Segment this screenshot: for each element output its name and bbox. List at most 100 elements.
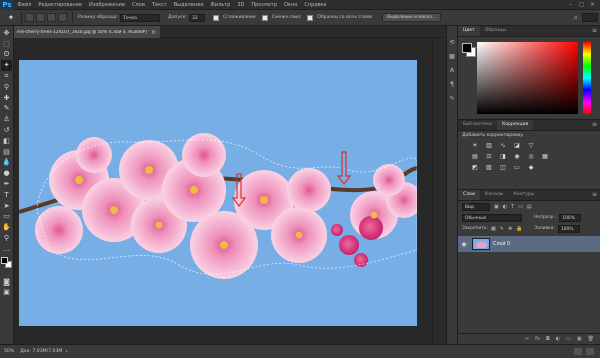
stamp-tool-icon[interactable]: ♙ bbox=[1, 114, 12, 125]
panel-menu-icon[interactable]: ≡ bbox=[592, 120, 600, 130]
vertical-scrollbar[interactable] bbox=[432, 38, 446, 344]
intersect-selection-button[interactable] bbox=[58, 13, 67, 22]
channel-mixer-icon[interactable]: ◎ bbox=[526, 153, 536, 161]
trash-icon[interactable]: 🗑 bbox=[588, 336, 594, 342]
levels-icon[interactable]: ▥ bbox=[484, 142, 494, 150]
threshold-icon[interactable]: ◫ bbox=[498, 164, 508, 172]
pixel-filter-icon[interactable]: ▣ bbox=[494, 204, 499, 210]
tolerance-input[interactable]: 32 bbox=[189, 13, 205, 22]
add-selection-button[interactable] bbox=[36, 13, 45, 22]
path-select-icon[interactable]: ➤ bbox=[1, 201, 12, 212]
color-lookup-icon[interactable]: ▦ bbox=[540, 153, 550, 161]
lock-all-icon[interactable]: 🔒 bbox=[516, 226, 522, 232]
menu-file[interactable]: Файл bbox=[14, 0, 35, 10]
image-canvas[interactable] bbox=[19, 60, 417, 326]
shape-filter-icon[interactable]: ▭ bbox=[518, 204, 523, 210]
sample-size-select[interactable]: Точка bbox=[120, 13, 161, 22]
eyedropper-tool-icon[interactable]: ⚲ bbox=[1, 82, 12, 93]
link-layers-icon[interactable]: ∞ bbox=[525, 336, 529, 342]
character-panel-icon[interactable]: A bbox=[450, 64, 454, 78]
select-and-mask-button[interactable]: Выделение и маска... bbox=[382, 13, 441, 22]
hue-saturation-icon[interactable]: ▤ bbox=[470, 153, 480, 161]
vibrance-icon[interactable]: ▽ bbox=[526, 142, 536, 150]
gradient-tool-icon[interactable]: ▤ bbox=[1, 147, 12, 158]
tab-layers[interactable]: Слои bbox=[458, 190, 480, 200]
maximize-icon[interactable]: ▢ bbox=[576, 0, 587, 10]
menu-image[interactable]: Изображение bbox=[85, 0, 128, 10]
brush-tool-icon[interactable]: ✎ bbox=[1, 104, 12, 115]
search-icon[interactable]: ⌕ bbox=[574, 13, 578, 23]
layer-name[interactable]: Слой 0 bbox=[493, 242, 510, 247]
new-layer-icon[interactable]: ▣ bbox=[577, 336, 582, 342]
new-group-icon[interactable]: ▭ bbox=[566, 336, 571, 342]
eraser-tool-icon[interactable]: ◧ bbox=[1, 136, 12, 147]
more-tools-icon[interactable]: … bbox=[1, 244, 12, 255]
panel-menu-icon[interactable]: ≡ bbox=[592, 26, 600, 36]
menu-window[interactable]: Окно bbox=[281, 0, 301, 10]
tab-color[interactable]: Цвет bbox=[458, 26, 480, 36]
hand-tool-icon[interactable]: ✋ bbox=[1, 222, 12, 233]
quick-mask-icon[interactable]: ◙ bbox=[1, 277, 12, 288]
smart-filter-icon[interactable]: ▤ bbox=[527, 204, 532, 210]
foreground-color-swatch[interactable] bbox=[462, 43, 472, 53]
add-mask-icon[interactable]: ◘ bbox=[546, 336, 550, 342]
curves-icon[interactable]: ∿ bbox=[498, 142, 508, 150]
subtract-selection-button[interactable] bbox=[47, 13, 56, 22]
menu-help[interactable]: Справка bbox=[301, 0, 330, 10]
selective-color-icon[interactable]: ◆ bbox=[526, 164, 536, 172]
new-adjustment-icon[interactable]: ◐ bbox=[556, 336, 560, 342]
crop-tool-icon[interactable]: ⌗ bbox=[1, 71, 12, 82]
invert-icon[interactable]: ◩ bbox=[470, 164, 480, 172]
tab-paths[interactable]: Контуры bbox=[508, 190, 539, 200]
foreground-color-swatch[interactable] bbox=[1, 256, 8, 264]
zoom-level[interactable]: 50% bbox=[4, 349, 14, 354]
tab-adjustments[interactable]: Коррекция bbox=[496, 120, 534, 130]
blend-mode-select[interactable]: Обычные bbox=[462, 213, 522, 222]
black-white-icon[interactable]: ◨ bbox=[498, 153, 508, 161]
timeline-icon[interactable] bbox=[574, 348, 582, 355]
paragraph-panel-icon[interactable]: ¶ bbox=[450, 78, 454, 92]
fx-icon[interactable]: fx bbox=[535, 336, 540, 342]
history-brush-icon[interactable]: ↺ bbox=[1, 125, 12, 136]
zoom-tool-icon[interactable]: ⚲ bbox=[1, 233, 12, 244]
magic-wand-tool-icon[interactable]: ✦ bbox=[1, 60, 12, 72]
sample-all-checkbox[interactable] bbox=[307, 14, 314, 21]
exposure-icon[interactable]: ◪ bbox=[512, 142, 522, 150]
color-swatches[interactable] bbox=[1, 256, 12, 271]
properties-panel-icon[interactable]: ▦ bbox=[449, 50, 455, 64]
shape-tool-icon[interactable]: ▭ bbox=[1, 212, 12, 223]
pen-tool-icon[interactable]: ✒ bbox=[1, 179, 12, 190]
hue-slider[interactable] bbox=[583, 42, 591, 114]
adjust-filter-icon[interactable]: ◐ bbox=[503, 204, 507, 210]
lock-position-icon[interactable]: ✥ bbox=[508, 226, 512, 232]
healing-tool-icon[interactable]: ✚ bbox=[1, 93, 12, 104]
type-tool-icon[interactable]: T bbox=[1, 190, 12, 201]
mini-bridge-icon[interactable] bbox=[586, 348, 594, 355]
smoothing-checkbox[interactable] bbox=[213, 14, 219, 21]
lock-transparency-icon[interactable]: ▩ bbox=[491, 226, 496, 232]
layer-filter-select[interactable]: Вид bbox=[462, 202, 490, 211]
visibility-eye-icon[interactable]: ◉ bbox=[458, 241, 470, 248]
color-balance-icon[interactable]: ⚖ bbox=[484, 153, 494, 161]
menu-type[interactable]: Текст bbox=[148, 0, 170, 10]
minimize-icon[interactable]: – bbox=[565, 0, 576, 10]
screen-mode-icon[interactable]: ▣ bbox=[1, 288, 12, 299]
new-selection-button[interactable] bbox=[25, 13, 34, 22]
status-menu-arrow-icon[interactable]: › bbox=[65, 348, 67, 355]
menu-edit[interactable]: Редактирование bbox=[35, 0, 86, 10]
move-tool-icon[interactable]: ✥ bbox=[1, 28, 12, 39]
dodge-tool-icon[interactable]: ● bbox=[1, 168, 12, 179]
document-tab[interactable]: ere-cherry-trees-124107_1920.jpg @ 50% (… bbox=[14, 26, 160, 38]
posterize-icon[interactable]: ▧ bbox=[484, 164, 494, 172]
close-icon[interactable]: ✕ bbox=[587, 0, 598, 10]
workspace-select[interactable] bbox=[582, 13, 598, 22]
close-tab-icon[interactable]: × bbox=[151, 29, 156, 36]
contiguous-checkbox[interactable] bbox=[261, 14, 268, 21]
history-panel-icon[interactable]: ⟲ bbox=[449, 36, 454, 50]
lasso-tool-icon[interactable]: ʘ bbox=[1, 50, 12, 61]
tab-swatches[interactable]: Образцы bbox=[480, 26, 511, 36]
panel-menu-icon[interactable]: ≡ bbox=[592, 190, 600, 200]
blur-tool-icon[interactable]: 💧 bbox=[1, 158, 12, 169]
layer-row[interactable]: ◉ Слой 0 bbox=[458, 236, 600, 252]
tab-libraries[interactable]: Библиотеки bbox=[458, 120, 497, 130]
